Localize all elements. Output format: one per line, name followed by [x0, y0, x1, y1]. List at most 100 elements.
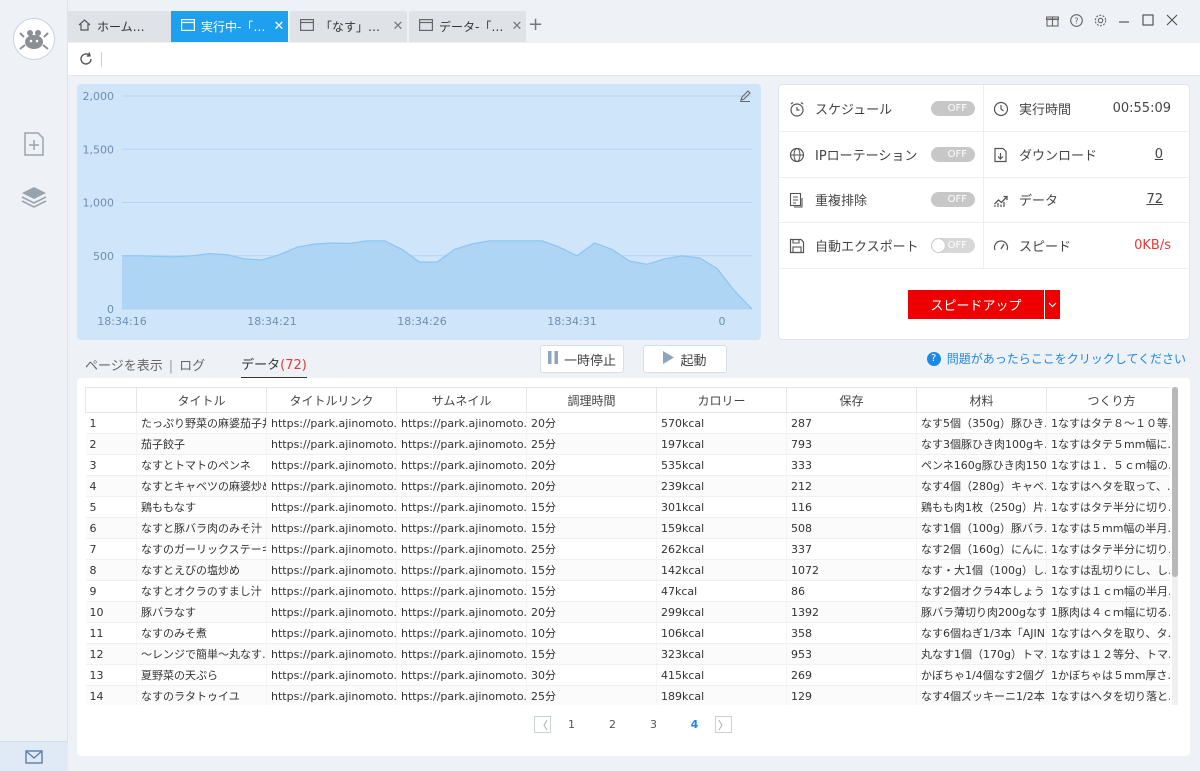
column-header[interactable]: タイトル — [136, 387, 267, 413]
crab-logo-icon — [19, 30, 49, 50]
column-header[interactable] — [85, 387, 137, 413]
page-3[interactable]: 3 — [633, 718, 674, 731]
table-cell: 570kcal — [656, 412, 787, 434]
new-task-icon[interactable] — [20, 130, 48, 158]
table-row[interactable]: 13夏野菜の天ぷらhttps://park.ajinomoto.co....ht… — [85, 664, 1170, 686]
page-2[interactable]: 2 — [592, 718, 633, 731]
help-icon[interactable]: ? — [1068, 12, 1084, 28]
run-time-value: 00:55:09 — [1112, 101, 1171, 116]
table-row[interactable]: 7なすのガーリックステーキhttps://park.ajinomoto.co..… — [85, 538, 1170, 560]
auto-export-toggle[interactable]: OFF — [931, 238, 975, 253]
minimize-icon[interactable] — [1116, 12, 1132, 28]
tab-nasu[interactable]: 「なす」… ✕ — [290, 11, 407, 42]
tab-data[interactable]: データ-「… ✕ — [409, 11, 526, 42]
table-cell: 1072 — [786, 559, 917, 581]
close-icon[interactable]: ✕ — [389, 19, 407, 34]
table-cell: 197kcal — [656, 433, 787, 455]
table-cell: ～レンジで簡単～丸なす… — [136, 643, 267, 665]
help-link[interactable]: ? 問題があったらここをクリックしてください — [926, 350, 1186, 367]
ip-rotation-toggle[interactable]: OFF — [931, 147, 975, 162]
scrollbar-thumb[interactable] — [1172, 387, 1178, 577]
table-cell: なす6個ねぎ1/3本「AJIN… — [916, 622, 1047, 644]
tab-data[interactable]: データ(72) — [241, 354, 307, 379]
table-cell: 20分 — [526, 454, 657, 476]
table-cell: https://park.ajinomoto.co.... — [396, 475, 527, 497]
table-cell: 1なすはヘタを取り、タ… — [1046, 622, 1170, 644]
table-cell: 287 — [786, 412, 917, 434]
scrollbar[interactable] — [1172, 387, 1178, 705]
column-header[interactable]: サムネイル — [396, 387, 527, 413]
table-row[interactable]: 9なすとオクラのすまし汁https://park.ajinomoto.co...… — [85, 580, 1170, 602]
prev-page-button[interactable]: 〈 — [534, 716, 551, 733]
table-cell: https://park.ajinomoto.co.... — [396, 685, 527, 705]
speed-label: スピード — [1019, 240, 1072, 255]
download-value[interactable]: 0 — [1155, 147, 1163, 162]
column-header[interactable]: 調理時間 — [526, 387, 657, 413]
table-cell: https://park.ajinomoto.co.... — [396, 538, 527, 560]
close-icon[interactable]: ✕ — [508, 19, 526, 34]
table-cell: 9 — [85, 580, 137, 602]
table-row[interactable]: 2茄子餃子https://park.ajinomoto.co....https:… — [85, 433, 1170, 455]
settings-icon[interactable] — [1092, 12, 1108, 28]
divider — [101, 52, 102, 67]
tab-page-view[interactable]: ページを表示 — [85, 355, 163, 378]
table-row[interactable]: 4なすとキャベツの麻婆炒めhttps://park.ajinomoto.co..… — [85, 475, 1170, 497]
table-row[interactable]: 6なすと豚バラ肉のみそ汁https://park.ajinomoto.co...… — [85, 517, 1170, 539]
close-icon[interactable]: ✕ — [270, 19, 288, 34]
edit-icon[interactable] — [739, 90, 751, 105]
table-cell: 358 — [786, 622, 917, 644]
table-cell: 15分 — [526, 496, 657, 518]
next-page-button[interactable]: 〉 — [715, 716, 732, 733]
data-value[interactable]: 72 — [1146, 192, 1163, 207]
refresh-icon[interactable] — [78, 51, 94, 67]
table-row[interactable]: 12～レンジで簡単～丸なす…https://park.ajinomoto.co.… — [85, 643, 1170, 665]
tab-home[interactable]: ホーム… — [68, 11, 185, 42]
octoparse-logo[interactable] — [13, 18, 55, 60]
table-row[interactable]: 11なすのみそ煮https://park.ajinomoto.co....htt… — [85, 622, 1170, 644]
table-cell: 鶏もも肉1枚（250g）片… — [916, 496, 1047, 518]
maximize-icon[interactable] — [1140, 12, 1156, 28]
tab-running[interactable]: 実行中-「… ✕ — [171, 11, 288, 42]
table-cell: 1豚肉は４ｃｍ幅に切る… — [1046, 601, 1170, 623]
page-1[interactable]: 1 — [551, 718, 592, 731]
table-row[interactable]: 3なすとトマトのペンネhttps://park.ajinomoto.co....… — [85, 454, 1170, 476]
pause-button[interactable]: 一時停止 — [540, 345, 624, 373]
mail-icon[interactable] — [0, 741, 68, 771]
gift-icon[interactable] — [1044, 12, 1060, 28]
dedup-toggle[interactable]: OFF — [931, 192, 975, 207]
table-cell: なすのラタトゥイユ — [136, 685, 267, 705]
left-sidebar — [0, 0, 68, 771]
column-header[interactable]: 保存 — [786, 387, 917, 413]
start-button[interactable]: 起動 — [643, 345, 727, 373]
table-cell: 豚バラ薄切り肉200gなす… — [916, 601, 1047, 623]
table-row[interactable]: 5鶏ももなすhttps://park.ajinomoto.co....https… — [85, 496, 1170, 518]
column-header[interactable]: タイトルリンク — [266, 387, 397, 413]
table-row[interactable]: 14なすのラタトゥイユhttps://park.ajinomoto.co....… — [85, 685, 1170, 705]
column-header[interactable]: 材料 — [916, 387, 1047, 413]
chevron-down-icon[interactable] — [1045, 290, 1060, 319]
column-header[interactable]: カロリー — [656, 387, 787, 413]
window-icon — [181, 19, 196, 34]
table-row[interactable]: 10豚バラなすhttps://park.ajinomoto.co....http… — [85, 601, 1170, 623]
add-tab-button[interactable]: + — [528, 14, 543, 35]
x-tick-label: 18:34:21 — [247, 315, 296, 328]
table-cell: なすとオクラのすまし汁 — [136, 580, 267, 602]
column-header[interactable]: つくり方 — [1046, 387, 1170, 413]
layers-icon[interactable] — [20, 183, 48, 211]
table-cell: https://park.ajinomoto.co.... — [396, 496, 527, 518]
close-window-icon[interactable] — [1164, 12, 1180, 28]
table-cell: なす2個（160g）にんに… — [916, 538, 1047, 560]
table-row[interactable]: 1たっぷり野菜の麻婆茄子丼https://park.ajinomoto.co..… — [85, 412, 1170, 434]
view-tabs: ページを表示 | ログ データ(72) — [85, 354, 307, 379]
data-count: (72) — [280, 358, 307, 373]
pause-icon — [547, 350, 558, 368]
table-header: タイトル タイトルリンク サムネイル 調理時間 カロリー 保存 材料 つくり方 — [85, 387, 1170, 413]
data-table-panel: タイトル タイトルリンク サムネイル 調理時間 カロリー 保存 材料 つくり方 1 たっぷり野菜… — [77, 378, 1190, 756]
page-4[interactable]: 4 — [674, 718, 715, 731]
table-row[interactable]: 8なすとえびの塩炒めhttps://park.ajinomoto.co....h… — [85, 559, 1170, 581]
speed-up-button[interactable]: スピードアップ — [908, 290, 1044, 319]
table-cell: https://park.ajinomoto.co.... — [266, 412, 397, 434]
table-cell: 丸なす1個（170g）トマ… — [916, 643, 1047, 665]
schedule-toggle[interactable]: OFF — [931, 101, 975, 116]
tab-log[interactable]: ログ — [179, 355, 205, 378]
